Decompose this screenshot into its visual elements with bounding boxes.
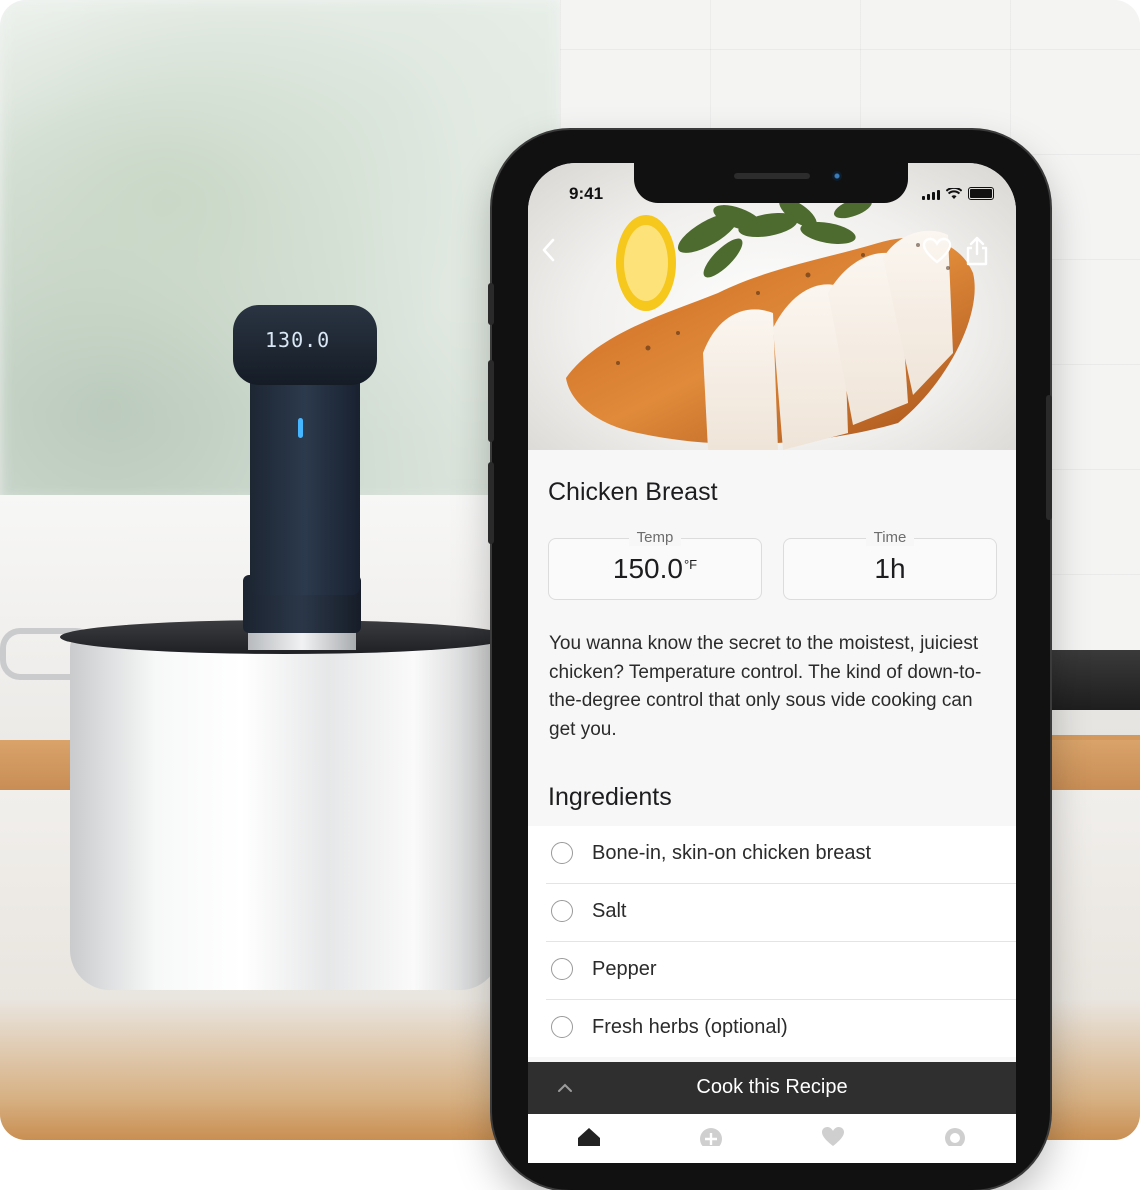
time-label-wrap: Time xyxy=(784,529,996,546)
cooker-led xyxy=(298,418,303,438)
favorite-button[interactable] xyxy=(922,237,952,270)
ingredient-label: Salt xyxy=(592,900,627,922)
temp-value: 150.0 xyxy=(612,553,683,584)
heart-icon xyxy=(922,237,952,264)
power-button xyxy=(1046,395,1052,520)
signal-icon xyxy=(922,190,940,200)
chevron-left-icon xyxy=(542,238,555,262)
ingredients-list: Bone-in, skin-on chicken breast Salt Pep… xyxy=(528,826,1016,1057)
checkbox[interactable] xyxy=(551,958,573,980)
volume-down-button xyxy=(488,462,494,544)
time-value: 1h xyxy=(874,553,906,584)
chicken-photo xyxy=(566,197,975,450)
ingredients-heading: Ingredients xyxy=(548,783,672,811)
recipe-title: Chicken Breast xyxy=(548,478,718,506)
wifi-icon xyxy=(946,188,962,199)
mute-switch xyxy=(488,283,494,325)
recipe-content: Chicken Breast Temp 150.0°F Time 1h You … xyxy=(528,450,1016,1163)
status-icons xyxy=(922,187,994,200)
front-camera xyxy=(832,171,842,181)
phone-screen: 9:41 Chicken Breast Temp 150.0°F Time 1h… xyxy=(528,163,1016,1163)
ingredient-label: Fresh herbs (optional) xyxy=(592,1016,788,1038)
temp-unit: °F xyxy=(683,557,698,572)
status-bar: 9:41 xyxy=(528,181,1016,205)
cook-recipe-button[interactable]: Cook this Recipe xyxy=(528,1062,1016,1114)
tab-bar xyxy=(528,1114,1016,1163)
speaker xyxy=(734,173,810,179)
ingredient-label: Bone-in, skin-on chicken breast xyxy=(592,842,872,864)
share-button[interactable] xyxy=(964,235,990,272)
chef-hat-icon[interactable] xyxy=(942,1126,968,1146)
checkbox[interactable] xyxy=(551,842,573,864)
recipe-hero-image xyxy=(528,163,1016,450)
cook-recipe-label: Cook this Recipe xyxy=(696,1076,848,1098)
home-icon[interactable] xyxy=(576,1126,602,1146)
battery-icon xyxy=(968,187,994,200)
stock-pot xyxy=(70,630,500,990)
temp-value-wrap: 150.0°F xyxy=(549,553,761,585)
stove-edge xyxy=(1045,650,1140,710)
list-item[interactable]: Pepper xyxy=(546,942,1016,1000)
cooker-display: 130.0 xyxy=(265,328,331,352)
list-item[interactable]: Fresh herbs (optional) xyxy=(546,1000,1016,1057)
share-icon xyxy=(966,236,988,266)
status-time: 9:41 xyxy=(569,184,604,203)
back-button[interactable] xyxy=(538,235,560,270)
ingredient-label: Pepper xyxy=(592,958,657,980)
heart-icon[interactable] xyxy=(820,1126,846,1146)
add-icon[interactable] xyxy=(698,1126,724,1146)
temp-label: Temp xyxy=(628,529,682,546)
time-card: Time 1h xyxy=(783,529,997,600)
list-item[interactable]: Salt xyxy=(546,884,1016,942)
time-label: Time xyxy=(865,529,915,546)
checkbox[interactable] xyxy=(551,900,573,922)
temp-label-wrap: Temp xyxy=(549,529,761,546)
recipe-description: You wanna know the secret to the moistes… xyxy=(549,633,982,741)
temp-card: Temp 150.0°F xyxy=(548,529,762,600)
volume-up-button xyxy=(488,360,494,442)
checkbox[interactable] xyxy=(551,1016,573,1038)
list-item[interactable]: Bone-in, skin-on chicken breast xyxy=(546,826,1016,884)
